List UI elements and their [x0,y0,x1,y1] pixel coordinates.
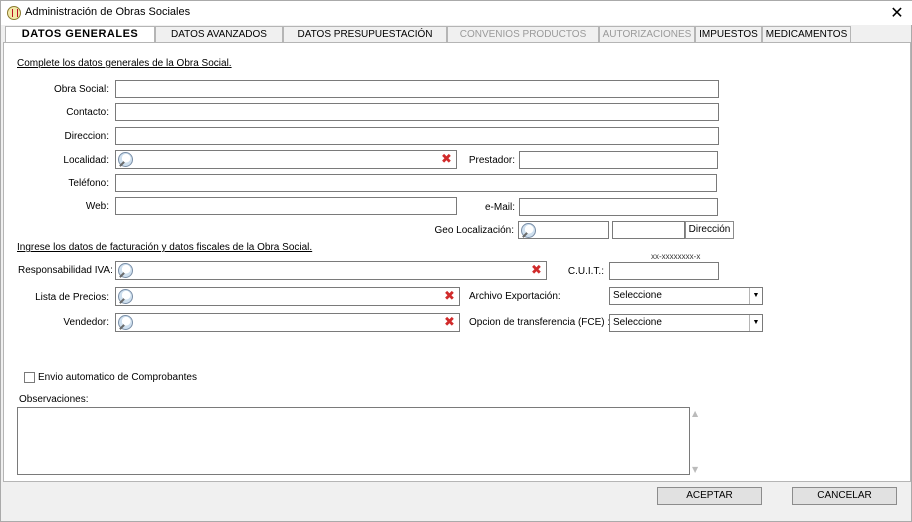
red-x-icon[interactable]: ✖ [443,316,456,329]
magnifier-icon[interactable] [521,223,536,238]
opcion-transferencia-value: Seleccione [613,317,662,328]
direccion-button[interactable]: Dirección [685,221,734,239]
vendedor-label: Vendedor: [63,317,109,328]
web-input[interactable] [115,197,457,215]
cuit-input[interactable] [609,262,719,280]
telefono-label: Teléfono: [68,178,109,189]
magnifier-icon[interactable] [118,152,133,167]
lista-precios-search-field[interactable]: ✖ [115,287,460,306]
app-icon [7,6,21,20]
responsabilidad-iva-search-field[interactable]: ✖ [115,261,547,280]
tab-autorizaciones[interactable]: AUTORIZACIONES [599,26,695,42]
responsabilidad-iva-label: Responsabilidad IVA: [18,265,113,276]
geo-localizacion-label: Geo Localización: [434,225,515,236]
aceptar-button[interactable]: ACEPTAR [657,487,762,505]
tab-datos-avanzados[interactable]: DATOS AVANZADOS [155,26,283,42]
observaciones-textarea[interactable] [17,407,690,475]
tab-datos-presupuestacion[interactable]: DATOS PRESUPUESTACIÓN [283,26,447,42]
obra-social-label: Obra Social: [53,84,109,95]
localidad-label: Localidad: [63,155,109,166]
section-fiscal-heading: Ingrese los datos de facturación y datos… [17,242,313,253]
tab-impuestos[interactable]: IMPUESTOS [695,26,762,42]
title-bar: Administración de Obras Sociales ✕ [1,1,912,25]
lista-precios-label: Lista de Precios: [35,292,109,303]
cuit-format-hint: xx-xxxxxxxx-x [651,252,701,261]
tab-convenios-productos[interactable]: CONVENIOS PRODUCTOS [447,26,599,42]
direccion-input[interactable] [115,127,719,145]
envio-automatico-label: Envio automatico de Comprobantes [38,372,197,383]
contacto-label: Contacto: [66,107,109,118]
red-x-icon[interactable]: ✖ [443,290,456,303]
chevron-down-icon[interactable]: ▼ [749,315,762,331]
prestador-label: Prestador: [468,155,515,166]
chevron-down-icon[interactable]: ▼ [692,465,698,474]
observaciones-scrollbar[interactable]: ▲ ▼ [690,407,704,475]
email-input[interactable] [519,198,718,216]
red-x-icon[interactable]: ✖ [440,153,453,166]
contacto-input[interactable] [115,103,719,121]
vendedor-search-field[interactable]: ✖ [115,313,460,332]
tab-bar: DATOS GENERALES DATOS AVANZADOS DATOS PR… [3,26,911,43]
geo-extra-input[interactable] [612,221,685,239]
web-label: Web: [85,201,109,212]
magnifier-icon[interactable] [118,263,133,278]
section-general-heading: Complete los datos generales de la Obra … [17,58,232,69]
archivo-exportacion-value: Seleccione [613,290,662,301]
archivo-exportacion-select[interactable]: Seleccione ▼ [609,287,763,305]
cancelar-button[interactable]: CANCELAR [792,487,897,505]
opcion-transferencia-select[interactable]: Seleccione ▼ [609,314,763,332]
prestador-input[interactable] [519,151,718,169]
geo-search-field[interactable] [518,221,609,239]
tab-datos-generales[interactable]: DATOS GENERALES [5,26,155,43]
email-label: e-Mail: [484,202,515,213]
tab-medicamentos[interactable]: MEDICAMENTOS [762,26,851,42]
dialog-window: Administración de Obras Sociales ✕ DATOS… [0,0,912,522]
archivo-exportacion-label: Archivo Exportación: [469,291,561,302]
magnifier-icon[interactable] [118,315,133,330]
red-x-icon[interactable]: ✖ [530,264,543,277]
close-button[interactable]: ✕ [887,3,907,23]
envio-automatico-checkbox[interactable] [24,372,35,383]
localidad-search-field[interactable]: ✖ [115,150,457,169]
direccion-label: Direccion: [64,131,109,142]
observaciones-label: Observaciones: [19,394,89,405]
chevron-up-icon[interactable]: ▲ [692,409,698,418]
tab-panel-datos-generales: Complete los datos generales de la Obra … [3,42,911,482]
cuit-label: C.U.I.T.: [567,266,604,277]
opcion-transferencia-label: Opcion de transferencia (FCE) : [469,317,611,328]
magnifier-icon[interactable] [118,289,133,304]
telefono-input[interactable] [115,174,717,192]
window-title: Administración de Obras Sociales [25,6,191,18]
chevron-down-icon[interactable]: ▼ [749,288,762,304]
obra-social-input[interactable] [115,80,719,98]
